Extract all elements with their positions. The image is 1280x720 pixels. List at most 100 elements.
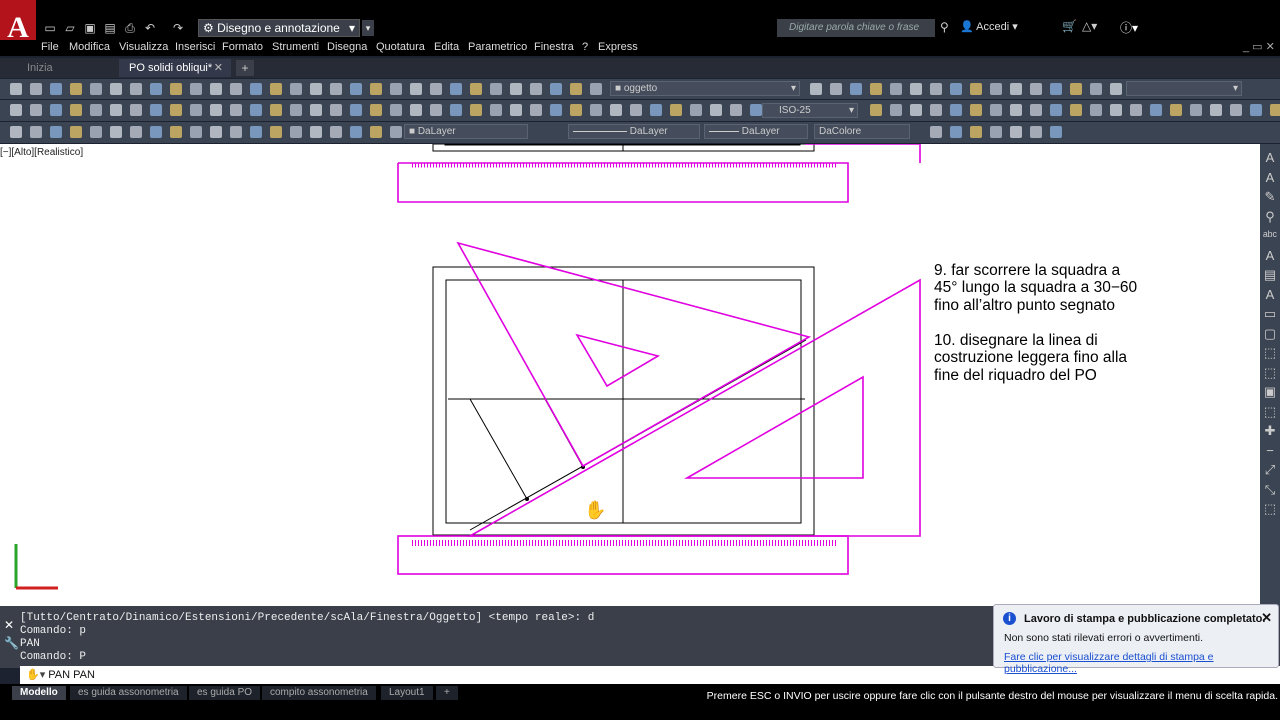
menu-file[interactable]: File — [41, 40, 59, 56]
toolbar-tool-icon[interactable] — [930, 104, 942, 116]
toolbar-tool-icon[interactable] — [50, 126, 62, 138]
toolbar-tool-icon[interactable] — [10, 126, 22, 138]
toolbar-tool-icon[interactable] — [570, 83, 582, 95]
toolbar-tool-icon[interactable] — [390, 126, 402, 138]
toolbar-tool-icon[interactable] — [590, 83, 602, 95]
plot-icon[interactable]: ⎙ — [122, 20, 138, 36]
new-layout-button[interactable]: + — [436, 686, 458, 700]
toolbar-tool-icon[interactable] — [410, 104, 422, 116]
toolbar-tool-icon[interactable] — [610, 104, 622, 116]
toolbar-tool-icon[interactable] — [510, 83, 522, 95]
window-controls[interactable]: _ ▭ ✕ — [1243, 40, 1275, 53]
save-icon[interactable]: ▣ — [82, 20, 98, 36]
toolbar-tool-icon[interactable] — [470, 83, 482, 95]
toolbar-tool-icon[interactable] — [350, 104, 362, 116]
toolbar-tool-icon[interactable] — [30, 104, 42, 116]
toolbar-tool-icon[interactable] — [150, 104, 162, 116]
new-tab-button[interactable]: + — [236, 60, 254, 76]
menu-modifica[interactable]: Modifica — [69, 40, 110, 56]
toolbar-tool-icon[interactable] — [1110, 83, 1122, 95]
new-icon[interactable]: ▭ — [42, 20, 58, 36]
undo-icon[interactable]: ↶ — [142, 20, 158, 36]
toolbar-tool-icon[interactable] — [890, 104, 902, 116]
menu-parametrico[interactable]: Parametrico — [468, 40, 527, 56]
qat-customize-icon[interactable]: ▾ — [362, 20, 374, 36]
toolbar-tool-icon[interactable] — [90, 126, 102, 138]
toolbar-tool-icon[interactable] — [330, 126, 342, 138]
toolbar-tool-icon[interactable] — [870, 104, 882, 116]
toolbar-tool-icon[interactable] — [110, 126, 122, 138]
tab-modello[interactable]: Modello — [12, 686, 66, 700]
menu-inserisci[interactable]: Inserisci — [175, 40, 215, 56]
toolbar-tool-icon[interactable] — [330, 104, 342, 116]
toolbar-tool-icon[interactable] — [190, 126, 202, 138]
login-button[interactable]: 👤 Accedi ▾ — [960, 20, 1018, 33]
toolbar-tool-icon[interactable] — [250, 104, 262, 116]
toolbar-tool-icon[interactable] — [450, 83, 462, 95]
toolbar-tool-icon[interactable] — [650, 104, 662, 116]
toolbar-tool-icon[interactable] — [130, 126, 142, 138]
toolbar-tool-icon[interactable] — [290, 83, 302, 95]
tab-compito-assonometria[interactable]: compito assonometria — [262, 686, 376, 700]
layer-dropdown[interactable]: ■ oggetto ▾ — [610, 81, 800, 96]
layer-control[interactable]: ■ DaLayer — [404, 124, 528, 139]
toolbar-tool-icon[interactable] — [310, 83, 322, 95]
toolbar-tool-icon[interactable] — [130, 83, 142, 95]
toolbar-tool-icon[interactable] — [1150, 104, 1162, 116]
menu-help[interactable]: ? — [582, 40, 588, 56]
toolbar-tool-icon[interactable] — [290, 126, 302, 138]
toolbar-tool-icon[interactable] — [730, 104, 742, 116]
toolbar-tool-icon[interactable] — [1130, 104, 1142, 116]
toolbar-tool-icon[interactable] — [970, 83, 982, 95]
toolbar-tool-icon[interactable] — [230, 104, 242, 116]
toolbar-tool-icon[interactable] — [30, 83, 42, 95]
toolbar-tool-icon[interactable] — [1270, 104, 1280, 116]
toolbar-tool-icon[interactable] — [990, 83, 1002, 95]
notification-link[interactable]: Fare clic per visualizzare dettagli di s… — [1004, 651, 1278, 675]
menu-edita[interactable]: Edita — [434, 40, 459, 56]
close-icon[interactable]: ✕ — [4, 618, 14, 632]
toolbar-tool-icon[interactable] — [270, 126, 282, 138]
toolbar-tool-icon[interactable] — [70, 83, 82, 95]
menu-finestra[interactable]: Finestra — [534, 40, 574, 56]
toolbar-tool-icon[interactable] — [1050, 126, 1062, 138]
toolbar-tool-icon[interactable] — [930, 83, 942, 95]
toolbar-tool-icon[interactable] — [250, 83, 262, 95]
linetype-control[interactable]: DaLayer — [704, 124, 808, 139]
toolbar-tool-icon[interactable] — [870, 83, 882, 95]
search-input[interactable]: Digitare parola chiave o frase — [777, 19, 935, 37]
toolbar-tool-icon[interactable] — [150, 83, 162, 95]
toolbar-tool-icon[interactable] — [570, 104, 582, 116]
toolbar-tool-icon[interactable] — [1250, 104, 1262, 116]
toolbar-tool-icon[interactable] — [670, 104, 682, 116]
toolbar-tool-icon[interactable] — [110, 104, 122, 116]
toolbar-tool-icon[interactable] — [590, 104, 602, 116]
workspace-selector[interactable]: ⚙ Disegno e annotazione ▾ — [198, 19, 360, 37]
toolbar-tool-icon[interactable] — [110, 83, 122, 95]
toolbar-tool-icon[interactable] — [90, 104, 102, 116]
wrench-icon[interactable]: 🔧 — [4, 636, 19, 650]
toolbar-tool-icon[interactable] — [630, 104, 642, 116]
toolbar-tool-icon[interactable] — [270, 104, 282, 116]
toolbar-tool-icon[interactable] — [370, 126, 382, 138]
toolbar-tool-icon[interactable] — [210, 104, 222, 116]
toolbar-tool-icon[interactable] — [30, 126, 42, 138]
toolbar-tool-icon[interactable] — [210, 126, 222, 138]
toolbar-tool-icon[interactable] — [1090, 104, 1102, 116]
toolbar-tool-icon[interactable] — [370, 104, 382, 116]
toolbar-tool-icon[interactable] — [1050, 104, 1062, 116]
toolbar-tool-icon[interactable] — [690, 104, 702, 116]
toolbar-tool-icon[interactable] — [810, 83, 822, 95]
tab-es-guida-assonometria[interactable]: es guida assonometria — [70, 686, 187, 700]
menu-formato[interactable]: Formato — [222, 40, 263, 56]
redo-icon[interactable]: ↷ — [170, 20, 186, 36]
toolbar-tool-icon[interactable] — [130, 104, 142, 116]
toolbar-tool-icon[interactable] — [410, 83, 422, 95]
toolbar-tool-icon[interactable] — [230, 83, 242, 95]
toolbar-tool-icon[interactable] — [310, 126, 322, 138]
menu-strumenti[interactable]: Strumenti — [272, 40, 319, 56]
toolbar-tool-icon[interactable] — [390, 104, 402, 116]
tab-es-guida-po[interactable]: es guida PO — [189, 686, 261, 700]
toolbar-tool-icon[interactable] — [70, 126, 82, 138]
toolbar-tool-icon[interactable] — [550, 83, 562, 95]
